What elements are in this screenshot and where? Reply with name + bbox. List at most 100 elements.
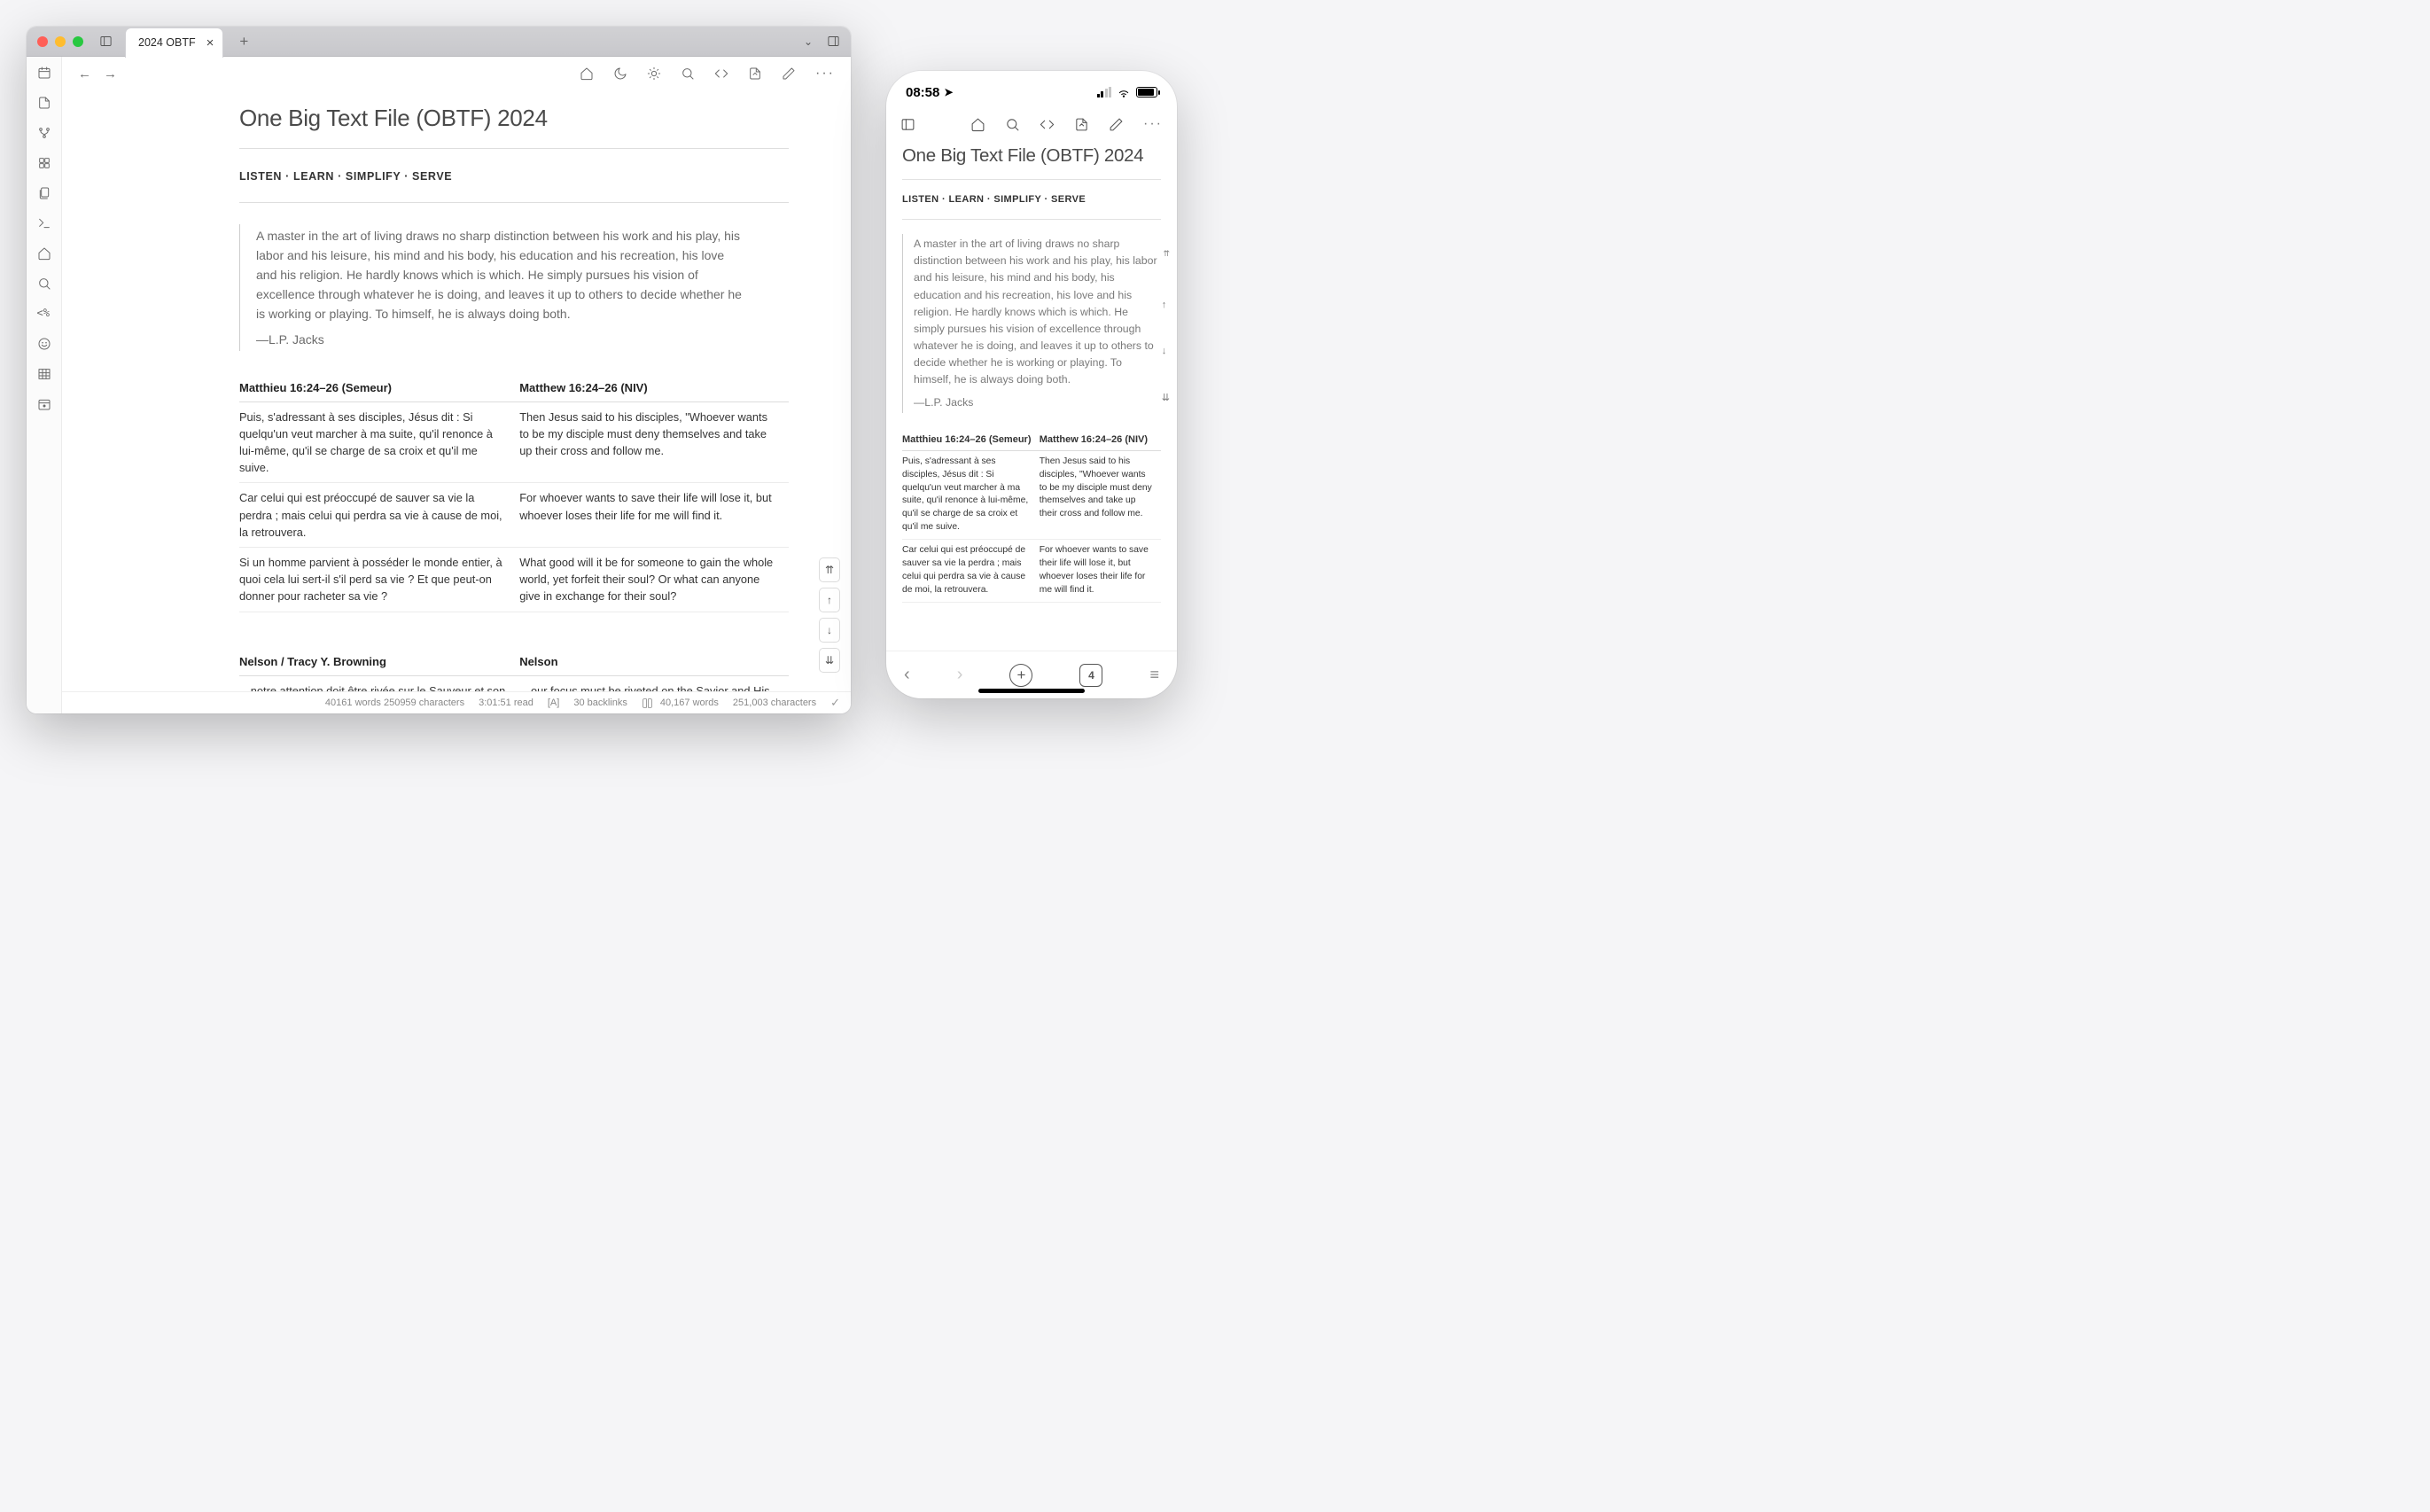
note-add-icon[interactable]: [37, 96, 51, 110]
status-words-2: 40,167 words: [660, 698, 719, 708]
scroll-bottom-marker-icon[interactable]: ⇊: [1162, 392, 1170, 403]
tab-menu-chevron-icon[interactable]: ⌄: [804, 35, 813, 48]
scripture-table-mobile: Matthieu 16:24–26 (Semeur) Matthew 16:24…: [902, 429, 1161, 603]
battery-icon: [1136, 87, 1157, 97]
mobile-toolbar: ···: [886, 108, 1177, 140]
pilcrow-marker-icon: ⇈: [1163, 249, 1170, 259]
scroll-up-button[interactable]: ↑: [819, 588, 840, 612]
scroll-top-button[interactable]: ⇈: [819, 557, 840, 582]
terminal-icon[interactable]: [37, 216, 51, 230]
scroll-down-button[interactable]: ↓: [819, 618, 840, 643]
search-button[interactable]: [1005, 117, 1020, 132]
status-read-time: 3:01:51 read: [479, 698, 534, 708]
sun-icon[interactable]: [647, 66, 661, 81]
divider: [239, 148, 789, 149]
table-row: Car celui qui est préoccupé de sauver sa…: [239, 483, 789, 548]
quote-attribution: —L.P. Jacks: [914, 394, 1161, 411]
scripture-header-en: Matthew 16:24–26 (NIV): [519, 374, 789, 402]
mobile-document-body[interactable]: One Big Text File (OBTF) 2024 LISTEN · L…: [886, 140, 1177, 651]
close-window-button[interactable]: [37, 36, 48, 47]
status-bar: 40161 words 250959 characters 3:01:51 re…: [62, 691, 851, 713]
nav-back-button[interactable]: ‹: [904, 665, 910, 685]
tab-count-box[interactable]: 4: [1079, 664, 1102, 687]
motto-line: LISTEN · LEARN · SIMPLIFY · SERVE: [239, 170, 789, 183]
scroll-up-marker-icon[interactable]: ↑: [1162, 300, 1170, 310]
file-export-icon[interactable]: [1074, 117, 1089, 132]
scripture-header-fr: Matthieu 16:24–26 (Semeur): [239, 374, 519, 402]
status-backlinks[interactable]: 30 backlinks: [573, 698, 627, 708]
table-row: Puis, s'adressant à ses disciples, Jésus…: [239, 401, 789, 483]
minimize-window-button[interactable]: [55, 36, 66, 47]
location-icon: ➤: [944, 86, 953, 98]
check-circle-icon[interactable]: ✓: [830, 696, 840, 710]
search-icon[interactable]: [37, 277, 51, 291]
nav-forward-button[interactable]: →: [104, 66, 117, 82]
editor-toolbar: ← → ···: [62, 57, 851, 90]
left-rail: <%: [27, 57, 62, 713]
status-chars-2: 251,003 characters: [733, 698, 816, 708]
home-icon[interactable]: [37, 246, 51, 261]
edit-icon[interactable]: [1109, 117, 1124, 132]
quote-attribution: —L.P. Jacks: [256, 330, 744, 349]
grid-icon[interactable]: [37, 156, 51, 170]
variable-icon[interactable]: <%: [37, 307, 51, 321]
tab-title: 2024 OBTF: [138, 36, 196, 49]
content-area: ← → ··· One Big Text File (OBTF) 2024: [62, 57, 851, 713]
clock: 08:58: [906, 85, 939, 100]
moon-icon[interactable]: [613, 66, 627, 81]
home-button[interactable]: [970, 117, 985, 132]
cellular-signal-icon: [1097, 88, 1112, 97]
traffic-lights: [37, 36, 83, 47]
scripture-table: Matthieu 16:24–26 (Semeur) Matthew 16:24…: [239, 374, 789, 612]
motto-line: LISTEN · LEARN · SIMPLIFY · SERVE: [902, 194, 1161, 205]
close-tab-icon[interactable]: ×: [206, 35, 214, 51]
new-tab-button[interactable]: +: [239, 33, 248, 51]
book-icon: [642, 698, 653, 709]
sidebar-toggle-icon[interactable]: [900, 117, 915, 132]
floating-nav-controls: ⇈ ↑ ↓ ⇊: [819, 557, 840, 673]
nav-back-button[interactable]: ←: [78, 66, 91, 82]
mobile-app-frame: 08:58 ➤ ··· One Big Text File (OBTF) 202…: [886, 71, 1177, 698]
scroll-bottom-button[interactable]: ⇊: [819, 648, 840, 673]
home-indicator[interactable]: [978, 689, 1085, 693]
status-mode: [A]: [548, 698, 559, 708]
table-row: Si un homme parvient à posséder le monde…: [239, 547, 789, 612]
quote-text: A master in the art of living draws no s…: [914, 236, 1161, 389]
table-row: Puis, s'adressant à ses disciples, Jésus…: [902, 450, 1161, 540]
schedule-icon[interactable]: [37, 397, 51, 411]
page-title: One Big Text File (OBTF) 2024: [902, 145, 1161, 167]
home-button[interactable]: [580, 66, 594, 81]
more-menu-icon[interactable]: ···: [1143, 116, 1163, 132]
status-words-chars: 40161 words 250959 characters: [325, 698, 464, 708]
wifi-icon: [1117, 85, 1131, 99]
quote-block: A master in the art of living draws no s…: [239, 224, 744, 351]
smile-icon[interactable]: [37, 337, 51, 351]
tab-active[interactable]: 2024 OBTF ×: [125, 27, 223, 58]
code-toggle-icon[interactable]: [714, 66, 728, 81]
edit-icon[interactable]: [782, 66, 796, 81]
window-title-bar: 2024 OBTF × + ⌄: [27, 27, 851, 57]
right-sidebar-toggle-icon[interactable]: [827, 35, 840, 48]
table-icon[interactable]: [37, 367, 51, 381]
hamburger-menu-icon[interactable]: ≡: [1149, 666, 1159, 684]
notes-header-en: Nelson: [519, 648, 789, 676]
zoom-window-button[interactable]: [73, 36, 83, 47]
more-menu-icon[interactable]: ···: [815, 66, 835, 82]
document-body[interactable]: One Big Text File (OBTF) 2024 LISTEN · L…: [62, 90, 851, 713]
table-row: Car celui qui est préoccupé de sauver sa…: [902, 540, 1161, 603]
nav-forward-button[interactable]: ›: [957, 665, 963, 685]
code-toggle-icon[interactable]: [1040, 117, 1055, 132]
page-title: One Big Text File (OBTF) 2024: [239, 105, 789, 132]
scripture-header-en: Matthew 16:24–26 (NIV): [1040, 429, 1161, 451]
add-button[interactable]: +: [1009, 664, 1032, 687]
branch-icon[interactable]: [37, 126, 51, 140]
scroll-down-marker-icon[interactable]: ↓: [1162, 346, 1170, 356]
search-button[interactable]: [681, 66, 695, 81]
divider: [902, 219, 1161, 220]
documents-icon[interactable]: [37, 186, 51, 200]
file-export-icon[interactable]: [748, 66, 762, 81]
mobile-scroll-markers: ↑ ↓ ⇊: [1162, 300, 1170, 403]
notes-header-fr: Nelson / Tracy Y. Browning: [239, 648, 519, 676]
calendar-icon[interactable]: [37, 66, 51, 80]
left-sidebar-toggle-icon[interactable]: [99, 35, 113, 48]
